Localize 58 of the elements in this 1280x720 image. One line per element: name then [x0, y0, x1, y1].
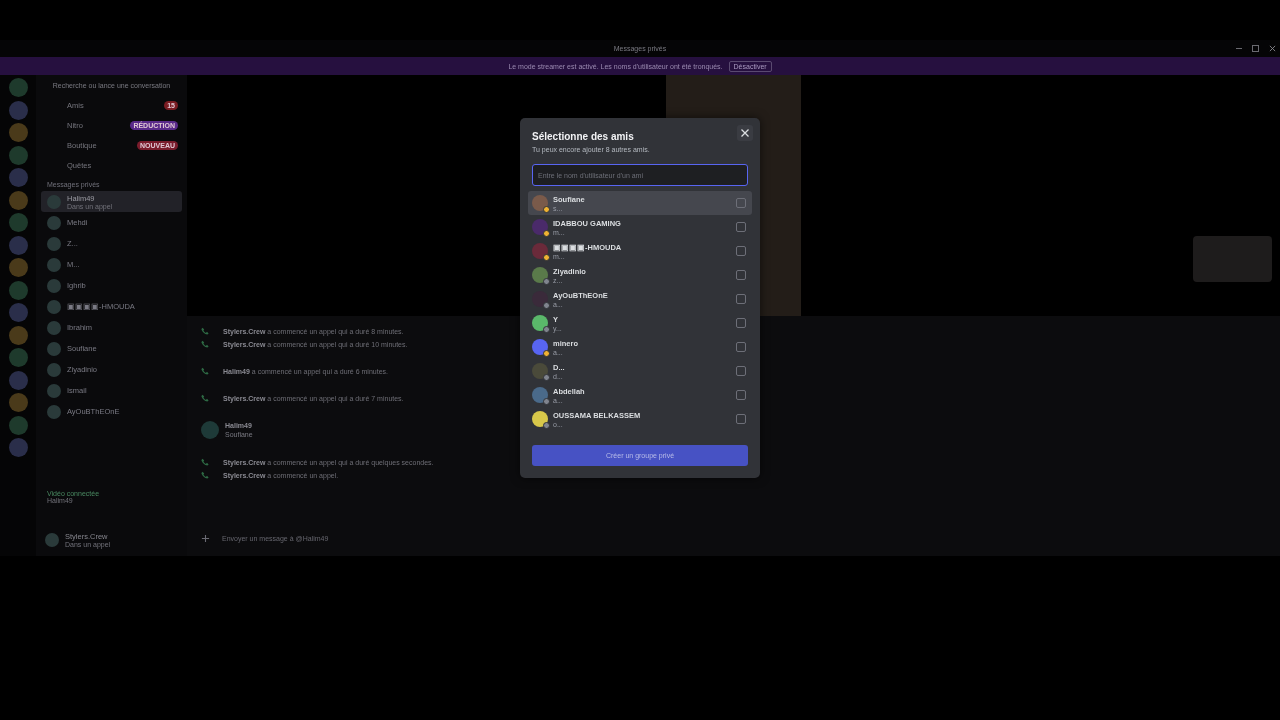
checkbox[interactable] — [736, 366, 746, 376]
avatar-icon — [532, 363, 548, 379]
avatar-icon — [532, 267, 548, 283]
checkbox[interactable] — [736, 246, 746, 256]
avatar-icon — [47, 320, 61, 335]
plus-icon[interactable] — [201, 533, 210, 543]
checkbox[interactable] — [736, 342, 746, 352]
avatar-icon — [532, 243, 548, 259]
avatar-icon — [532, 387, 548, 403]
dialog-title: Sélectionne des amis — [532, 131, 635, 142]
avatar-icon — [47, 341, 61, 356]
close-icon[interactable] — [1269, 45, 1276, 52]
avatar-icon — [532, 315, 548, 331]
avatar-icon — [201, 421, 219, 439]
server-icon[interactable] — [8, 438, 28, 457]
checkbox[interactable] — [736, 318, 746, 328]
server-icon[interactable] — [8, 123, 28, 142]
server-icon[interactable] — [8, 393, 28, 412]
checkbox[interactable] — [736, 390, 746, 400]
checkbox[interactable] — [736, 414, 746, 424]
checkbox[interactable] — [736, 198, 746, 208]
avatar-icon — [47, 362, 61, 377]
server-icon[interactable] — [8, 235, 28, 255]
server-icon[interactable] — [8, 415, 28, 435]
server-icon[interactable] — [8, 100, 28, 120]
checkbox[interactable] — [736, 270, 746, 280]
server-icon[interactable] — [8, 145, 28, 165]
server-icon[interactable] — [8, 190, 28, 210]
server-icon[interactable] — [8, 258, 28, 277]
phone-icon — [201, 394, 209, 402]
avatar-icon — [47, 404, 61, 419]
avatar-icon — [47, 236, 61, 251]
avatar-icon — [532, 291, 548, 307]
avatar-icon — [532, 411, 548, 427]
server-icon[interactable] — [8, 348, 28, 367]
avatar-icon — [47, 299, 61, 314]
avatar-icon — [532, 219, 548, 235]
server-icon[interactable] — [8, 168, 28, 187]
server-icon[interactable] — [8, 78, 28, 97]
avatar-icon — [47, 383, 61, 398]
phone-icon — [201, 367, 209, 375]
server-icon[interactable] — [8, 213, 28, 232]
avatar-icon — [532, 339, 548, 355]
avatar-icon — [45, 533, 59, 547]
avatar-icon — [47, 215, 61, 230]
avatar-icon — [47, 278, 61, 293]
maximize-icon[interactable] — [1252, 45, 1259, 52]
avatar-icon — [47, 194, 61, 209]
avatar-icon — [532, 195, 548, 211]
avatar-icon — [47, 257, 61, 272]
minimize-icon[interactable] — [1236, 48, 1242, 49]
checkbox[interactable] — [736, 294, 746, 304]
server-icon[interactable] — [8, 280, 28, 300]
server-icon[interactable] — [8, 325, 28, 345]
server-icon[interactable] — [8, 303, 28, 322]
close-icon[interactable] — [737, 125, 753, 141]
checkbox[interactable] — [736, 222, 746, 232]
server-icon[interactable] — [8, 370, 28, 390]
